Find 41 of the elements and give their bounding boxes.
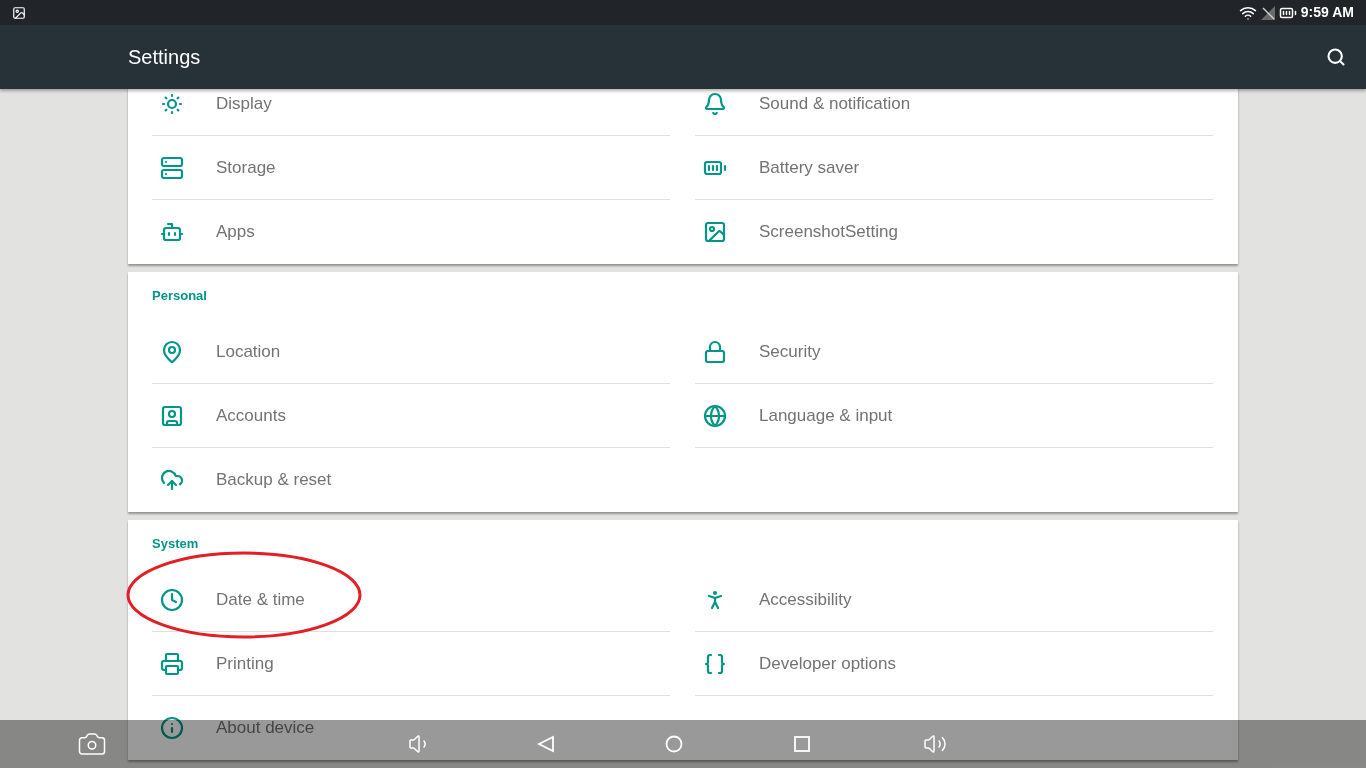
globe-icon [703, 403, 727, 428]
sun-icon [160, 91, 184, 116]
braces-icon [703, 651, 727, 676]
location-pin-icon [160, 339, 184, 364]
settings-item[interactable]: Date & time [152, 568, 670, 632]
back-icon[interactable] [537, 735, 555, 753]
settings-item[interactable]: Printing [152, 632, 670, 696]
section-header: System [152, 535, 199, 554]
lock-icon [703, 339, 727, 364]
recent-apps-icon[interactable] [794, 736, 810, 752]
settings-item[interactable]: ScreenshotSetting [695, 200, 1213, 264]
settings-item[interactable]: Accessibility [695, 568, 1213, 632]
info-icon [160, 716, 184, 740]
settings-item[interactable]: About device [152, 696, 670, 760]
settings-item[interactable]: Display [152, 89, 670, 136]
volume-up-icon[interactable] [923, 732, 947, 756]
no-signal-icon [1260, 5, 1275, 20]
search-icon[interactable] [1326, 47, 1346, 67]
robot-icon [160, 220, 184, 244]
section-header: Personal [152, 287, 207, 306]
settings-item[interactable]: Storage [152, 136, 670, 200]
account-icon [160, 403, 184, 428]
settings-item[interactable]: Language & input [695, 384, 1213, 448]
settings-item[interactable]: Backup & reset [152, 448, 670, 512]
settings-item[interactable]: Sound & notification [695, 89, 1213, 136]
clock-icon [160, 587, 184, 612]
server-icon [160, 155, 184, 180]
home-icon[interactable] [665, 735, 683, 753]
image-icon [703, 220, 727, 244]
printer-icon [160, 651, 184, 676]
settings-item[interactable]: Apps [152, 200, 670, 264]
settings-item[interactable]: Developer options [695, 632, 1213, 696]
cloud-upload-icon [160, 468, 184, 492]
settings-item[interactable]: Battery saver [695, 136, 1213, 200]
settings-item[interactable]: Location [152, 320, 670, 384]
bell-icon [703, 91, 727, 116]
settings-item[interactable]: Accounts [152, 384, 670, 448]
app-title: Settings [128, 45, 201, 70]
settings-item[interactable]: Security [695, 320, 1213, 384]
image-icon [12, 5, 26, 20]
clock-time: 9:59 AM [1300, 3, 1354, 22]
